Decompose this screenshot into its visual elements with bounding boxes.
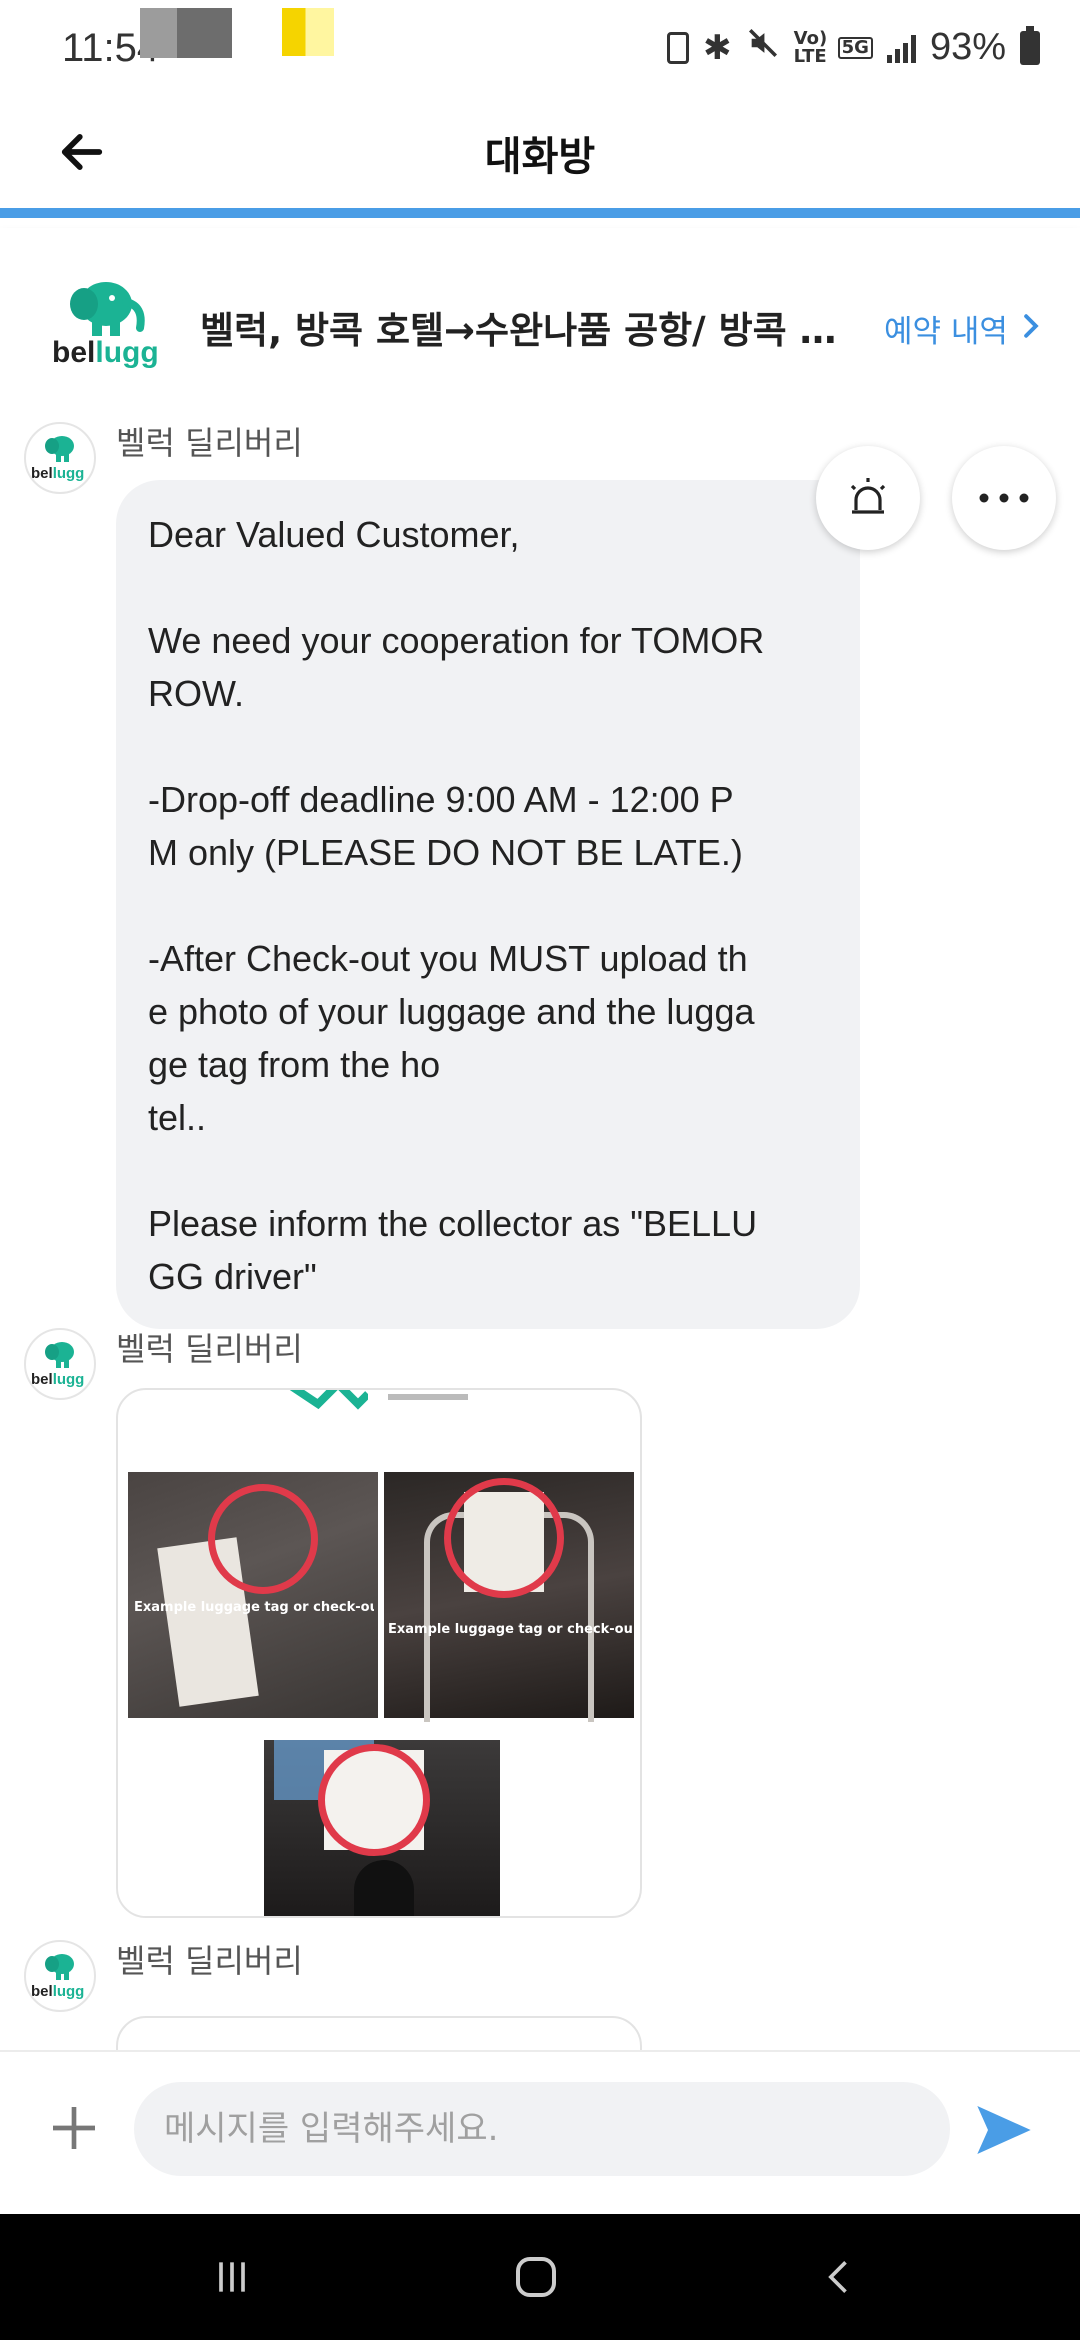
notification-icon	[282, 8, 334, 56]
message-text: Please inform the collector as "BELLU GG…	[148, 1203, 758, 1297]
svg-text:bellugg: bellugg	[31, 465, 84, 482]
mute-icon	[746, 26, 780, 69]
svg-text:bellugg: bellugg	[31, 1983, 84, 2000]
network-label: 5G	[837, 36, 873, 59]
svg-text:bellugg: bellugg	[31, 1371, 84, 1388]
attach-button[interactable]	[44, 2100, 104, 2160]
booking-bar[interactable]: bellugg 벨럭, 방콕 호텔→수완나품 공항/ 방콕 수완나품 공항 예약…	[0, 228, 1080, 418]
bluetooth-icon: ✱	[703, 27, 732, 68]
checkout-slip-photo	[264, 1740, 500, 1916]
chat-area[interactable]: bellugg 벨럭 딜리버리 Dear Valued Customer, We…	[0, 418, 1080, 2050]
booking-title: 벨럭, 방콕 호텔→수완나품 공항/ 방콕 수완나품 공항	[200, 309, 860, 352]
logo-wordmark: bel	[52, 336, 96, 369]
alarm-button[interactable]	[816, 446, 920, 550]
status-bar: 11:54 ✱ Vo) LTE 5G 93%	[0, 0, 1080, 100]
battery-percent: 93%	[929, 26, 1006, 68]
message-input[interactable]	[134, 2082, 950, 2176]
back-nav-button[interactable]	[800, 2244, 880, 2310]
app-header: 대화방	[0, 100, 1080, 218]
message-text: -Drop-off deadline 9:00 AM - 12:00 P M o…	[148, 779, 743, 873]
home-icon	[516, 2257, 556, 2297]
bellugg-logo: bellugg	[48, 274, 166, 378]
signal-icon	[886, 33, 916, 63]
avatar: bellugg	[24, 1940, 96, 2012]
battery-icon	[1020, 25, 1040, 65]
more-horizontal-icon	[979, 493, 1029, 503]
photo-caption: Example luggage tag or check-out slip	[388, 1622, 632, 1637]
send-button[interactable]	[972, 2098, 1036, 2162]
avatar: bellugg	[24, 422, 96, 494]
message-text: We need your cooperation for TOMOR ROW.	[148, 620, 765, 714]
recents-icon	[219, 2262, 245, 2292]
avatar: bellugg	[24, 1328, 96, 1400]
chevron-right-icon	[1022, 311, 1040, 347]
image-message[interactable]: Example luggage tag or check-out slip Ex…	[116, 1388, 642, 1918]
booking-history-label: 예약 내역	[884, 314, 1008, 350]
send-icon	[977, 2106, 1031, 2154]
message-text: Dear Valued Customer,	[148, 514, 520, 555]
page-title: 대화방	[484, 134, 596, 180]
volte-label: Vo) LTE	[793, 27, 828, 67]
sender-name: 벨럭 딜리버리	[116, 1942, 303, 1980]
luggage-tag-photo: Example luggage tag or check-out slip	[384, 1472, 634, 1722]
sender-name: 벨럭 딜리버리	[116, 424, 303, 462]
luggage-tag-photo: Example luggage tag or check-out slip	[128, 1472, 378, 1718]
more-options-button[interactable]	[952, 446, 1056, 550]
sender-name: 벨럭 딜리버리	[116, 1330, 303, 1368]
chevron-left-icon	[828, 2261, 847, 2293]
logo-wordmark: lugg	[95, 336, 159, 369]
card-message[interactable]	[116, 2016, 642, 2050]
battery-saver-icon	[667, 31, 690, 64]
siren-icon	[850, 478, 886, 514]
recent-apps-button[interactable]	[192, 2244, 272, 2310]
home-button[interactable]	[496, 2244, 576, 2310]
message-composer	[0, 2050, 1080, 2214]
status-icons: ✱ Vo) LTE 5G 93%	[667, 25, 1040, 69]
booking-history-link[interactable]: 예약 내역	[884, 306, 1040, 351]
message-text: -After Check-out you MUST upload th e ph…	[148, 938, 755, 1138]
notification-icon	[140, 8, 232, 58]
plus-icon	[53, 2107, 95, 2149]
message-bubble[interactable]: Dear Valued Customer, We need your coope…	[116, 480, 860, 1329]
system-nav-bar	[0, 2214, 1080, 2340]
photo-caption: Example luggage tag or check-out slip	[134, 1600, 374, 1615]
